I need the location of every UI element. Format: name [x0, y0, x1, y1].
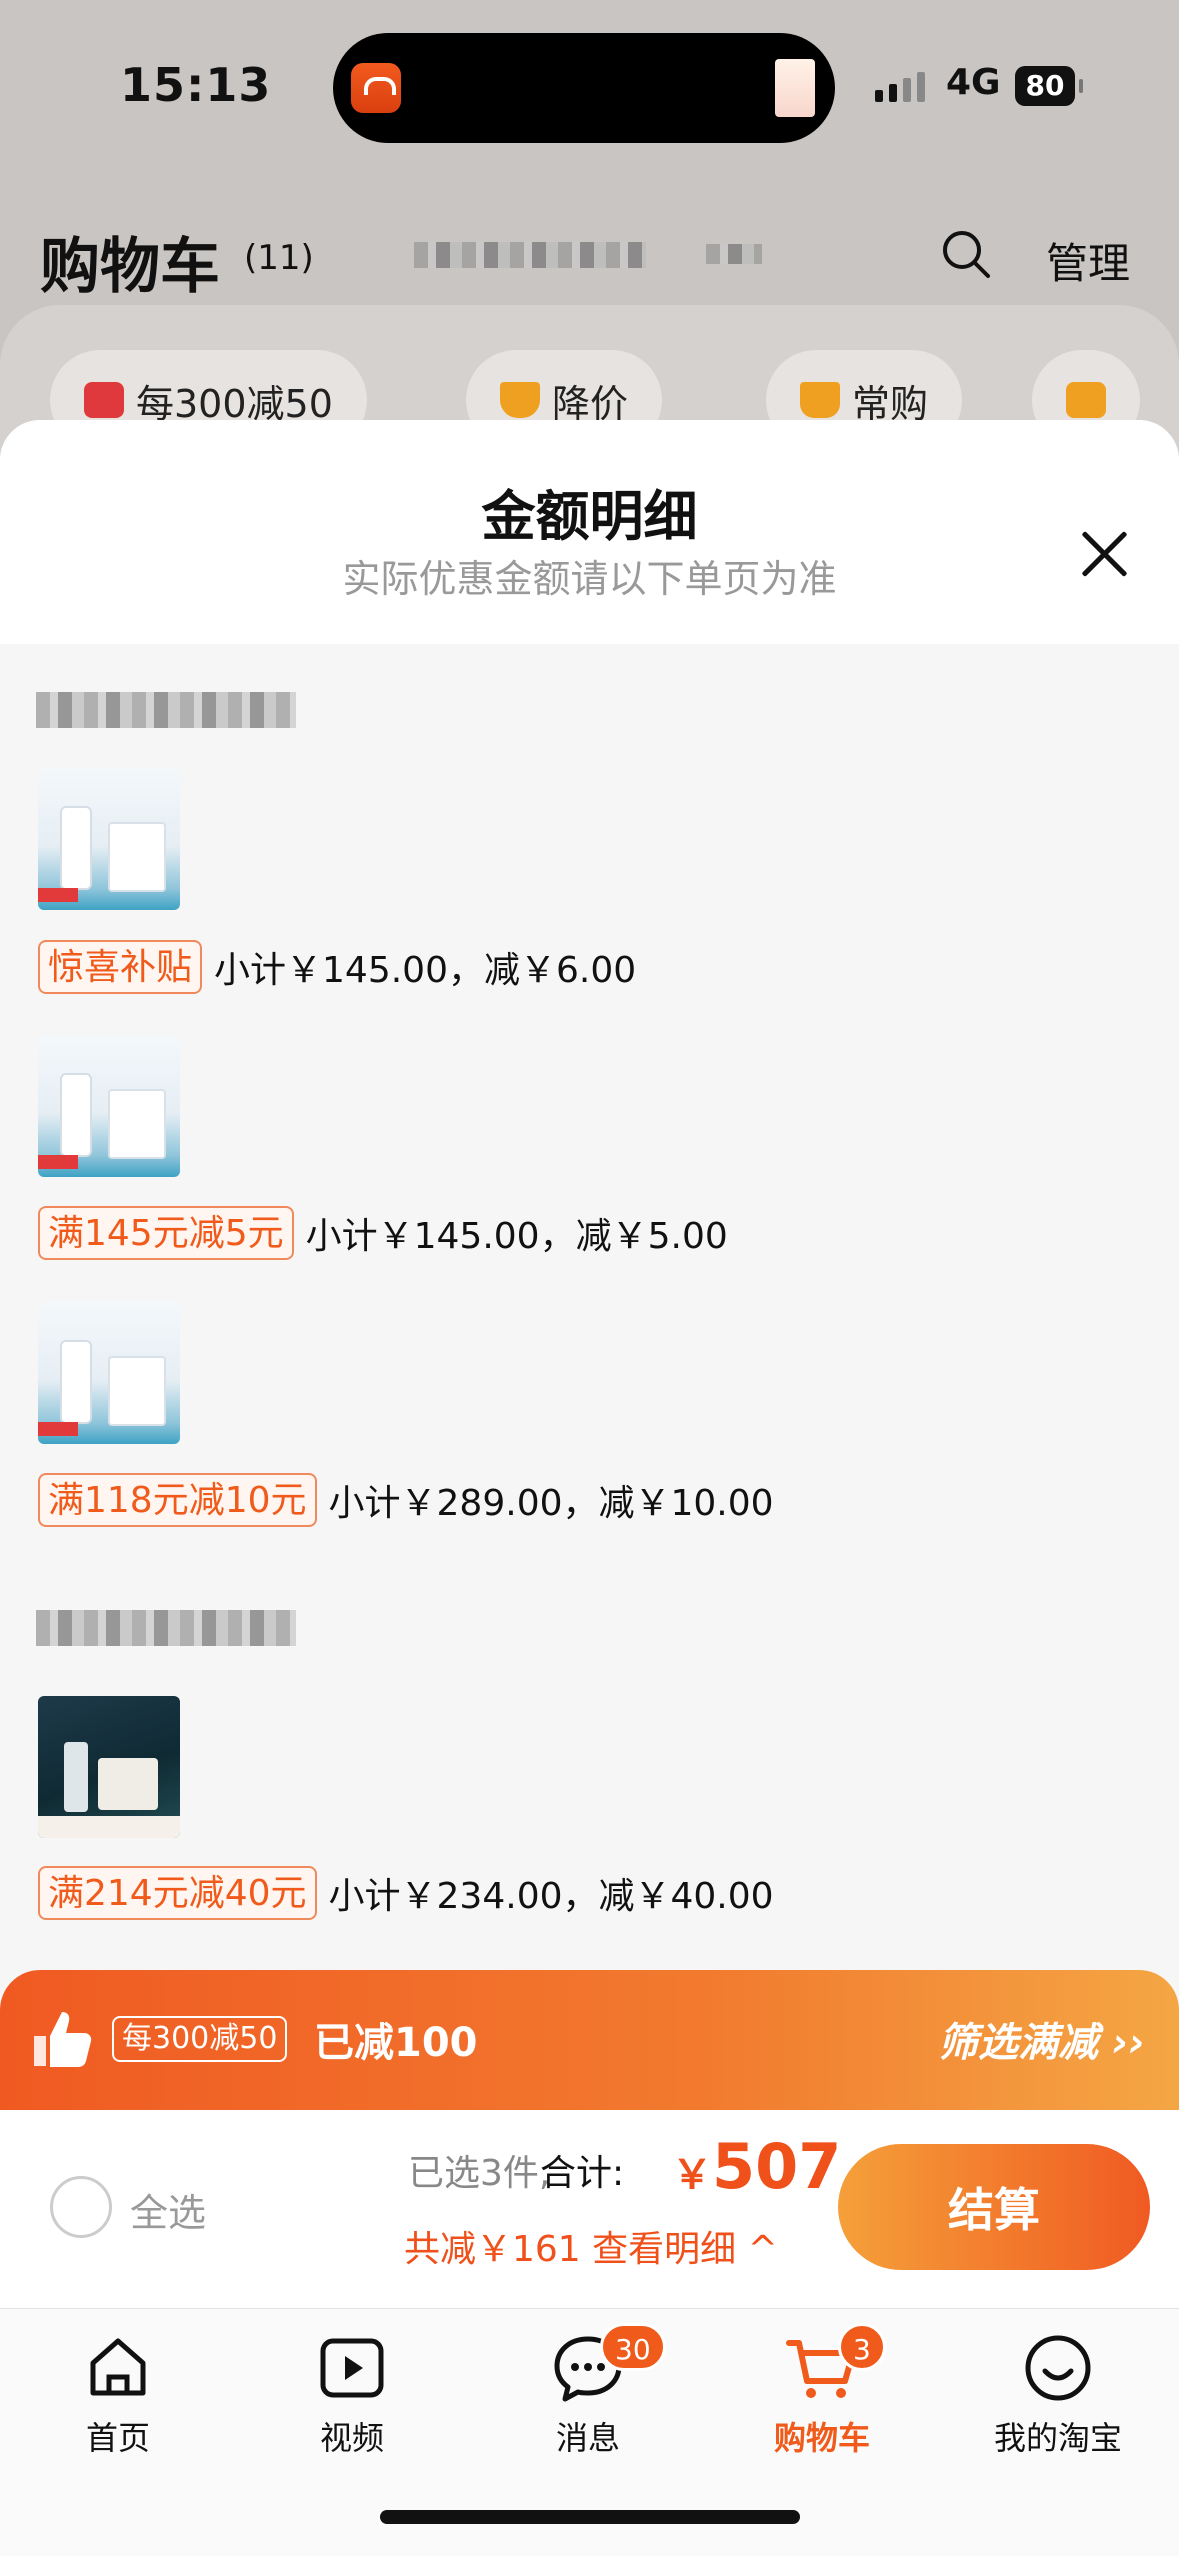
tab-label: 消息 — [555, 2419, 620, 2457]
discount-line: 惊喜补贴 小计￥145.00，减￥6.00 — [38, 940, 636, 994]
tab-home[interactable]: 首页 — [18, 2331, 218, 2459]
dynamic-island — [333, 33, 835, 143]
status-time: 15:13 — [120, 58, 272, 112]
status-bar: 15:13 4G 80 — [0, 0, 1179, 170]
cart-badge: 3 — [838, 2323, 886, 2371]
promo-tag: 惊喜补贴 — [38, 940, 203, 994]
profile-icon — [1025, 2335, 1091, 2401]
redacted-address — [414, 242, 646, 268]
tab-cart[interactable]: 3 购物车 — [722, 2323, 922, 2459]
subtotal-text: 小计￥145.00，减￥6.00 — [214, 950, 637, 991]
video-icon — [320, 2338, 384, 2398]
tab-messages[interactable]: 30 消息 — [488, 2323, 688, 2459]
live-activity-thumbnail — [775, 59, 815, 117]
tab-label: 首页 — [85, 2419, 150, 2457]
subtotal-text: 小计￥234.00，减￥40.00 — [328, 1876, 774, 1917]
promo-tag: 满214元减40元 — [38, 1866, 317, 1920]
discount-line: 满118元减10元 小计￥289.00，减￥10.00 — [38, 1473, 774, 1527]
discount-line: 满214元减40元 小计￥234.00，减￥40.00 — [38, 1866, 774, 1920]
sheet-title: 金额明细 — [481, 485, 698, 548]
promo-tag: 满145元减5元 — [38, 1206, 294, 1260]
thumbs-up-icon — [34, 2012, 92, 2067]
redacted-shop-name — [36, 1610, 296, 1646]
tab-my-taobao[interactable]: 我的淘宝 — [958, 2331, 1158, 2459]
network-type: 4G — [946, 62, 1001, 103]
redacted-shop-name — [36, 692, 296, 728]
product-thumbnail[interactable] — [38, 1035, 180, 1177]
total-amount: 507 — [712, 2130, 842, 2203]
selected-count: 已选3件, — [408, 2153, 551, 2194]
amount-detail-sheet: 金额明细 实际优惠金额请以下单页为准 惊喜补贴 小计￥145.00，减￥6.00… — [0, 420, 1179, 2110]
taobao-app-icon — [351, 63, 401, 113]
select-all-checkbox[interactable] — [50, 2176, 112, 2238]
product-thumbnail[interactable] — [38, 768, 180, 910]
manage-button[interactable]: 管理 — [1046, 230, 1130, 291]
select-all-label[interactable]: 全选 — [130, 2182, 206, 2237]
folder-icon — [1066, 382, 1106, 418]
subtotal-text: 小计￥289.00，减￥10.00 — [328, 1483, 774, 1524]
page-title: 购物车 — [40, 232, 220, 302]
total-price: ￥507 — [672, 2130, 841, 2203]
checkout-button[interactable]: 结算 — [838, 2144, 1150, 2270]
promo-tag: 满118元减10元 — [38, 1473, 317, 1527]
total-label: 合计: — [540, 2153, 625, 2194]
tab-video[interactable]: 视频 — [252, 2331, 452, 2459]
price-drop-icon — [500, 382, 540, 418]
tab-label: 购物车 — [773, 2419, 870, 2457]
checkout-bar: 全选 已选3件, 合计: ￥507 共减￥161 查看明细 ^ 结算 — [0, 2110, 1179, 2308]
product-thumbnail[interactable] — [38, 1696, 180, 1838]
tab-label: 视频 — [319, 2419, 384, 2457]
promotion-bar: 每300减50 已减100 筛选满减 ›› — [0, 1970, 1179, 2110]
redacted-address-extra — [706, 244, 762, 264]
discount-rule-tag: 每300减50 — [112, 2016, 288, 2062]
discount-line: 满145元减5元 小计￥145.00，减￥5.00 — [38, 1206, 728, 1260]
product-thumbnail[interactable] — [38, 1302, 180, 1444]
tab-label: 我的淘宝 — [993, 2419, 1122, 2457]
view-detail-link[interactable]: 共减￥161 查看明细 ^ — [404, 2220, 778, 2272]
sheet-subtitle: 实际优惠金额请以下单页为准 — [342, 557, 837, 601]
close-button[interactable] — [1070, 520, 1138, 588]
reduced-amount: 已减100 — [314, 2020, 478, 2066]
filter-discount-link[interactable]: 筛选满减 ›› — [938, 2010, 1145, 2068]
cart-icon — [800, 382, 840, 418]
subtotal-text: 小计￥145.00，减￥5.00 — [305, 1216, 728, 1257]
message-badge: 30 — [600, 2323, 666, 2371]
home-icon — [90, 2338, 146, 2396]
cart-header: 购物车 (11) 管理 — [0, 200, 1179, 310]
currency-symbol: ￥ — [672, 2152, 712, 2198]
signal-icon — [875, 72, 925, 102]
search-icon[interactable] — [940, 228, 992, 280]
home-indicator — [380, 2510, 800, 2524]
battery-icon: 80 — [1015, 66, 1083, 106]
sheet-header: 金额明细 实际优惠金额请以下单页为准 — [0, 420, 1179, 644]
shop-tag-icon — [84, 382, 124, 418]
cart-count: (11) — [244, 238, 314, 278]
